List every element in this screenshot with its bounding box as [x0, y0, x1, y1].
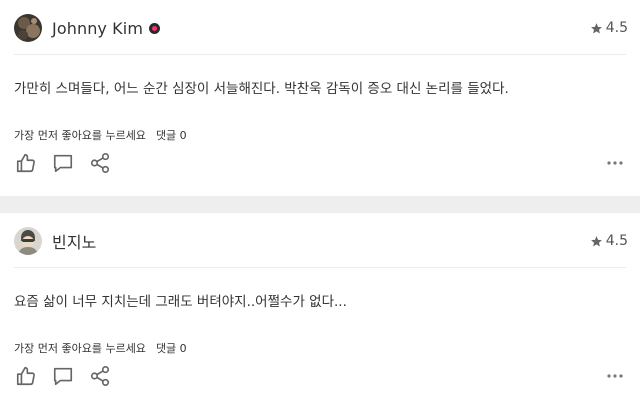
replies-count[interactable]: 댓글 0 — [156, 127, 187, 143]
comment-text: 가만히 스며들다, 어느 순간 심장이 서늘해진다. 박찬욱 감독이 증오 대신… — [14, 81, 509, 97]
rating: 4.5 — [590, 233, 628, 249]
star-icon — [590, 22, 602, 33]
share-icon — [90, 366, 110, 386]
rating: 4.5 — [590, 20, 628, 36]
comment-icon — [53, 154, 73, 173]
divider — [14, 54, 626, 55]
action-bar — [14, 150, 626, 176]
star-icon — [590, 235, 602, 246]
action-bar — [14, 363, 626, 389]
share-button[interactable] — [88, 151, 112, 175]
like-button[interactable] — [14, 151, 38, 175]
like-button[interactable] — [14, 364, 38, 388]
rating-value: 4.5 — [605, 233, 628, 249]
review-header: 빈지노 4.5 — [14, 226, 628, 256]
more-icon — [607, 161, 623, 165]
replies-count[interactable]: 댓글 0 — [156, 340, 187, 356]
avatar[interactable] — [14, 227, 42, 255]
user-name[interactable]: 빈지노 — [52, 229, 96, 253]
comment-button[interactable] — [51, 364, 75, 388]
more-icon — [607, 374, 623, 378]
user-name[interactable]: Johnny Kim — [52, 19, 143, 38]
thumbs-up-icon — [16, 366, 35, 386]
divider — [14, 267, 626, 268]
share-icon — [90, 153, 110, 173]
review-card: 빈지노 4.5 요즘 삶이 너무 지치는데 그래도 버텨야지..어쩔수가 없다.… — [0, 213, 640, 410]
share-button[interactable] — [88, 364, 112, 388]
verified-badge-icon — [149, 22, 161, 34]
more-options-button[interactable] — [604, 366, 626, 386]
review-card: Johnny Kim 4.5 가만히 스며들다, 어느 순간 심장이 서늘해진다… — [0, 0, 640, 196]
like-prompt: 가장 먼저 좋아요를 누르세요 — [14, 342, 146, 355]
thumbs-up-icon — [16, 153, 35, 173]
comment-text: 요즘 삶이 너무 지치는데 그래도 버텨야지..어쩔수가 없다... — [14, 294, 347, 310]
comment-button[interactable] — [51, 151, 75, 175]
review-meta: 가장 먼저 좋아요를 누르세요 댓글 0 — [14, 340, 187, 356]
like-prompt: 가장 먼저 좋아요를 누르세요 — [14, 129, 146, 142]
comment-icon — [53, 367, 73, 386]
review-header: Johnny Kim 4.5 — [14, 13, 628, 43]
avatar[interactable] — [14, 14, 42, 42]
more-options-button[interactable] — [604, 153, 626, 173]
review-meta: 가장 먼저 좋아요를 누르세요 댓글 0 — [14, 127, 187, 143]
rating-value: 4.5 — [605, 20, 628, 36]
